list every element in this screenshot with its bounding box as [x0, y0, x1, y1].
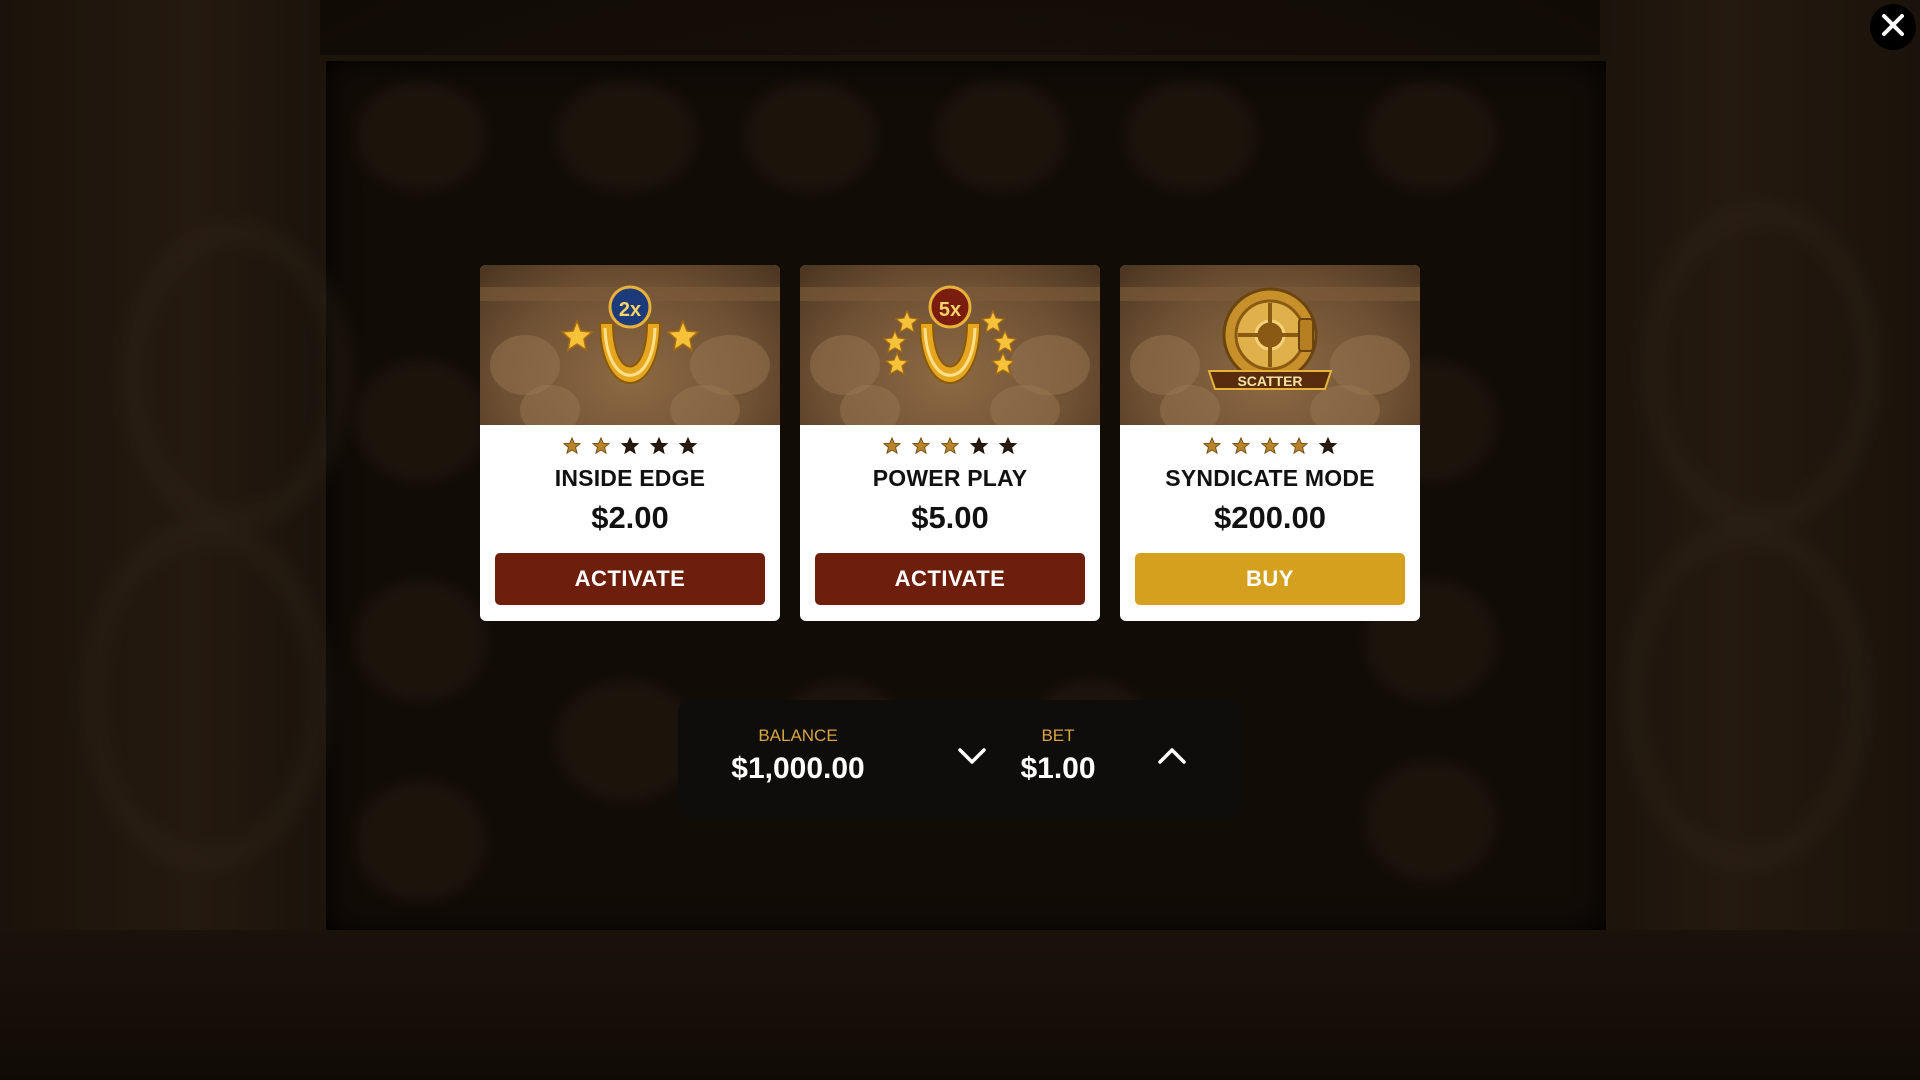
buy-button[interactable]: BUY: [1135, 553, 1405, 605]
star-empty-icon: [650, 437, 668, 455]
star-filled-icon: [1232, 437, 1250, 455]
feature-cards: 2x INSIDE EDGE $2.00 ACTIVATE 5x POWER P…: [480, 265, 1420, 621]
star-empty-icon: [1319, 437, 1337, 455]
rating-stars: [1120, 437, 1420, 455]
chevron-down-icon: [957, 746, 987, 771]
card-title: POWER PLAY: [872, 465, 1028, 491]
balance-value: $1,000.00: [731, 752, 865, 785]
star-empty-icon: [679, 437, 697, 455]
balance-bet-panel: BALANCE $1,000.00 BET $1.00: [678, 700, 1242, 818]
card-inside-edge: 2x INSIDE EDGE $2.00 ACTIVATE: [480, 265, 780, 621]
star-filled-icon: [941, 437, 959, 455]
bet-label: BET: [1041, 726, 1075, 745]
multiplier-badge: 5x: [938, 299, 962, 321]
card-art: 2x: [480, 265, 780, 425]
star-empty-icon: [970, 437, 988, 455]
rating-stars: [480, 437, 780, 455]
card-syndicate-mode: SCATTER SYNDICATE MODE $200.00 BUY: [1120, 265, 1420, 621]
scatter-badge: SCATTER: [1237, 373, 1303, 389]
card-price: $2.00: [591, 500, 669, 535]
card-power-play: 5x POWER PLAY $5.00 ACTIVATE: [800, 265, 1100, 621]
star-filled-icon: [883, 437, 901, 455]
star-filled-icon: [563, 437, 581, 455]
star-filled-icon: [592, 437, 610, 455]
rating-stars: [800, 437, 1100, 455]
bet-increase-button[interactable]: [1152, 738, 1192, 778]
card-title: INSIDE EDGE: [554, 465, 706, 491]
card-art: SCATTER: [1120, 265, 1420, 425]
card-title: SYNDICATE MODE: [1165, 465, 1375, 491]
card-price: $5.00: [911, 500, 989, 535]
multiplier-badge: 2x: [618, 299, 642, 321]
chevron-up-icon: [1157, 746, 1187, 771]
activate-button[interactable]: ACTIVATE: [495, 553, 765, 605]
close-button[interactable]: [1870, 4, 1916, 50]
star-filled-icon: [1203, 437, 1221, 455]
star-filled-icon: [912, 437, 930, 455]
card-art: 5x: [800, 265, 1100, 425]
bet-value: $1.00: [1020, 752, 1096, 785]
balance-label: BALANCE: [758, 726, 838, 745]
star-empty-icon: [621, 437, 639, 455]
card-price: $200.00: [1213, 500, 1327, 535]
bet-decrease-button[interactable]: [952, 738, 992, 778]
close-icon: [1881, 13, 1905, 42]
activate-button[interactable]: ACTIVATE: [815, 553, 1085, 605]
star-empty-icon: [999, 437, 1017, 455]
star-filled-icon: [1290, 437, 1308, 455]
star-filled-icon: [1261, 437, 1279, 455]
